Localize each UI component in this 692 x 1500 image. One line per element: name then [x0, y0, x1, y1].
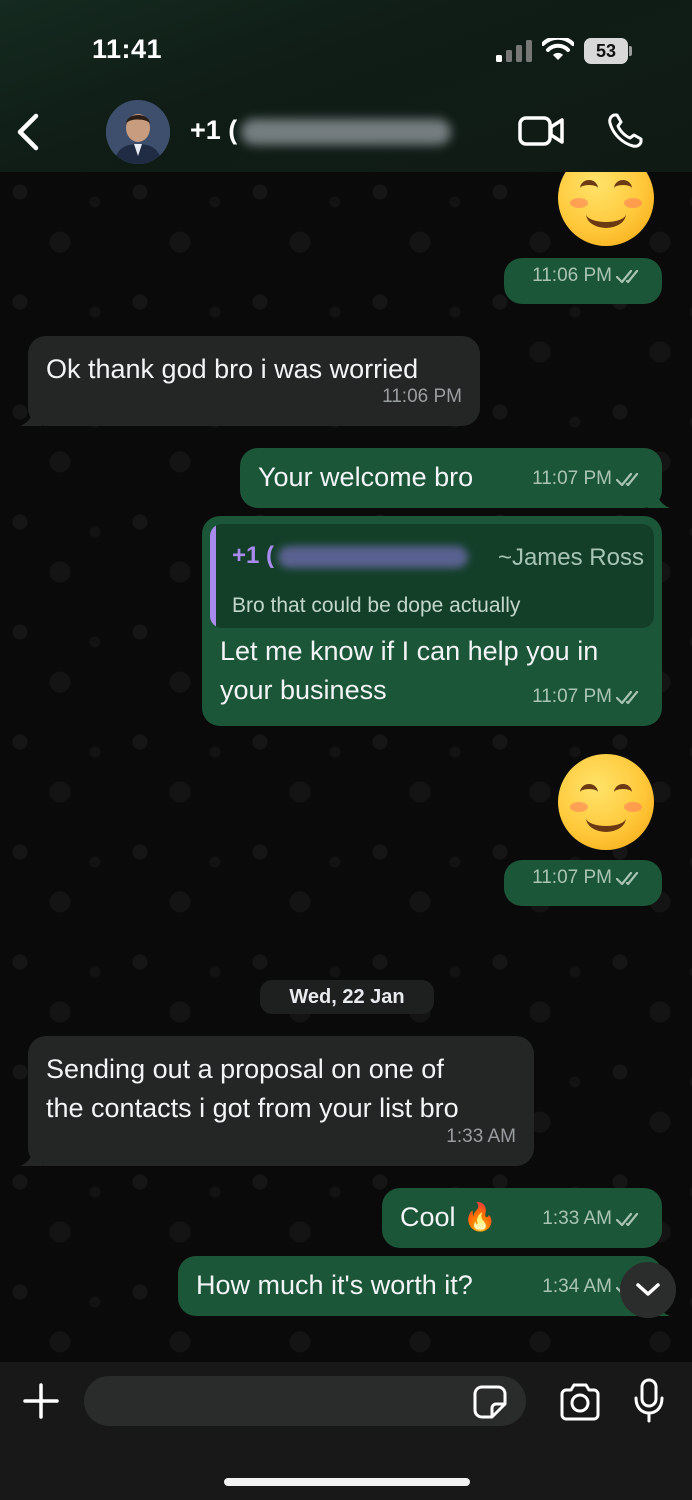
contact-name-prefix: +1 ( — [190, 115, 238, 145]
contact-avatar[interactable] — [106, 100, 170, 164]
message-time: 11:07 PM — [532, 468, 612, 489]
quoted-sender: +1 ( — [232, 536, 469, 575]
phone-call-icon[interactable] — [606, 112, 644, 150]
status-time: 11:41 — [92, 34, 163, 64]
message-time: 1:34 AM — [542, 1276, 612, 1297]
wifi-icon — [542, 38, 574, 60]
incoming-message[interactable]: Sending out a proposal on one of the con… — [20, 1036, 534, 1166]
microphone-icon[interactable] — [634, 1378, 664, 1424]
redacted-phone-number — [241, 118, 452, 145]
read-receipt-icon — [616, 472, 639, 486]
smiling-emoji-message[interactable] — [558, 754, 654, 850]
message-time: 1:33 AM — [446, 1126, 516, 1147]
read-receipt-icon — [616, 690, 639, 704]
message-text: Sending out a proposal on one of the con… — [46, 1054, 459, 1123]
message-time: 11:06 PM — [532, 265, 612, 286]
battery-indicator: 53 — [584, 38, 632, 64]
redacted-phone-number — [278, 545, 469, 568]
home-indicator — [224, 1478, 470, 1486]
battery-level: 53 — [584, 38, 628, 64]
read-receipt-icon — [616, 1212, 639, 1226]
chat-area[interactable]: 11:06 PM Ok thank god bro i was worried … — [0, 172, 692, 1362]
chat-header: 11:41 53 +1 ( — [0, 0, 692, 172]
outgoing-message[interactable]: Cool 🔥 1:33 AM — [382, 1188, 662, 1248]
incoming-message[interactable]: Ok thank god bro i was worried 11:06 PM — [20, 336, 480, 426]
message-time: 11:07 PM — [532, 867, 612, 888]
message-time: 11:07 PM — [532, 686, 612, 707]
sticker-icon[interactable] — [472, 1384, 508, 1420]
scroll-to-bottom-button[interactable] — [620, 1262, 676, 1318]
quoted-text: Bro that could be dope actually — [232, 594, 521, 617]
message-time: 1:33 AM — [542, 1208, 612, 1229]
outgoing-message[interactable]: Your welcome bro 11:07 PM — [240, 448, 670, 508]
plus-icon[interactable] — [22, 1382, 60, 1420]
smiling-emoji-message[interactable] — [558, 172, 654, 246]
outgoing-reply-message[interactable]: +1 ( ~James Ross Bro that could be dope … — [202, 516, 662, 726]
quoted-alias: ~James Ross — [497, 544, 644, 571]
video-call-icon[interactable] — [518, 114, 564, 148]
message-time: 11:06 PM — [382, 386, 462, 407]
message-time-bubble[interactable]: 11:06 PM — [504, 258, 662, 304]
chevron-down-icon — [636, 1283, 660, 1296]
contact-name[interactable]: +1 ( — [190, 115, 452, 146]
message-input[interactable] — [84, 1376, 526, 1426]
message-time-bubble[interactable]: 11:07 PM — [504, 860, 662, 906]
camera-icon[interactable] — [558, 1382, 602, 1422]
read-receipt-icon — [616, 871, 639, 885]
read-receipt-icon — [616, 269, 639, 283]
cellular-signal-icon — [496, 40, 532, 62]
message-composer — [0, 1362, 692, 1500]
back-chevron-icon[interactable] — [12, 110, 46, 154]
quoted-message[interactable]: +1 ( ~James Ross Bro that could be dope … — [210, 524, 654, 628]
date-separator: Wed, 22 Jan — [260, 980, 434, 1014]
outgoing-message[interactable]: How much it's worth it? 1:34 AM — [178, 1256, 670, 1316]
